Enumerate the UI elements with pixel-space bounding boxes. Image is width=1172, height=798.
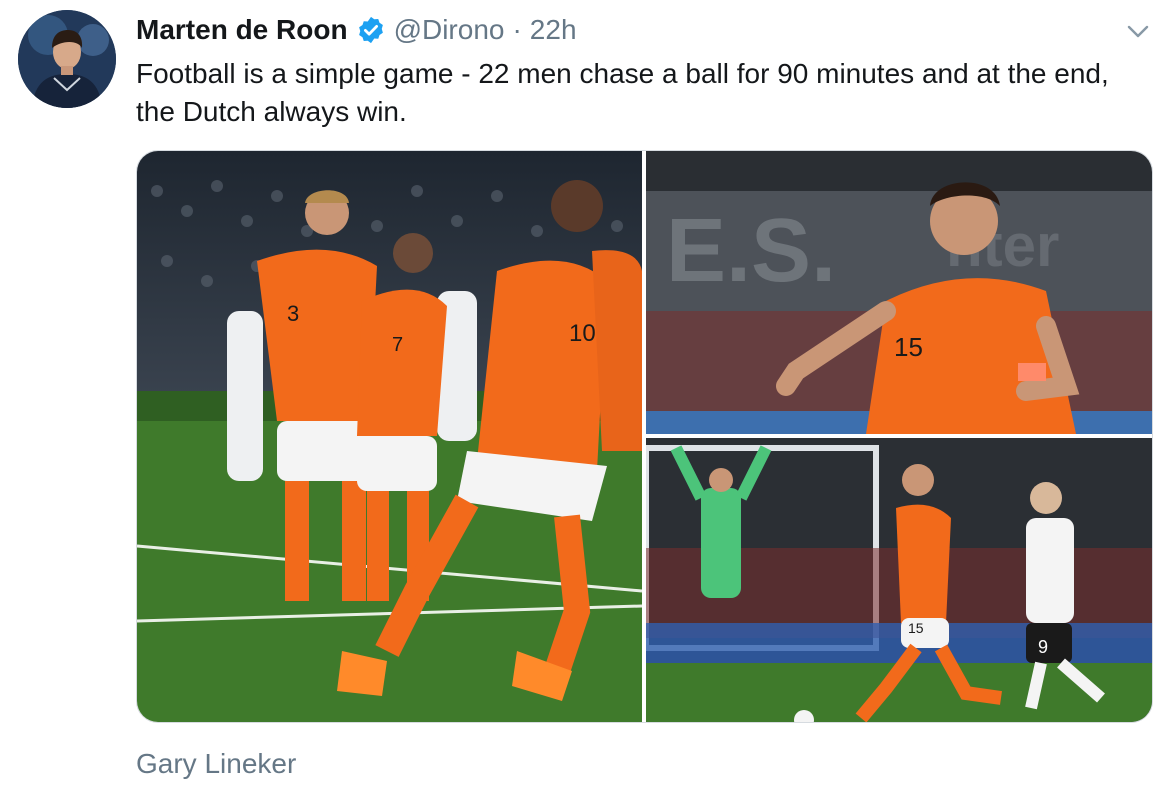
photo-player-running[interactable]: 15 9 bbox=[646, 438, 1152, 722]
tweet-text: Football is a simple game - 22 men chase… bbox=[136, 58, 1109, 127]
tweet-card: Marten de Roon @Dirono · 22h Football is… bbox=[0, 0, 1172, 798]
tweet-header: Marten de Roon @Dirono · 22h bbox=[136, 12, 577, 48]
svg-text:3: 3 bbox=[287, 301, 299, 326]
svg-text:9: 9 bbox=[1038, 637, 1048, 657]
tweet-media-grid: 3 7 10 E.S. nter 15 15 9 bbox=[136, 150, 1153, 723]
svg-text:E.S.: E.S. bbox=[666, 201, 836, 301]
svg-text:15: 15 bbox=[908, 620, 924, 636]
photo-player-closeup[interactable]: E.S. nter 15 bbox=[646, 151, 1152, 434]
author-handle[interactable]: @Dirono bbox=[394, 12, 505, 48]
svg-text:10: 10 bbox=[569, 320, 596, 347]
svg-text:15: 15 bbox=[894, 332, 923, 362]
author-display-name[interactable]: Marten de Roon bbox=[136, 12, 348, 48]
header-separator: · bbox=[512, 14, 522, 45]
tweet-timestamp[interactable]: 22h bbox=[530, 12, 577, 48]
avatar-photo bbox=[18, 10, 116, 108]
verified-badge-icon bbox=[356, 15, 386, 45]
photo-celebration-group[interactable]: 3 7 10 bbox=[137, 151, 642, 722]
tweet-credit: Gary Lineker bbox=[136, 748, 297, 779]
chevron-down-icon[interactable] bbox=[1124, 18, 1152, 46]
author-avatar[interactable] bbox=[18, 10, 116, 108]
svg-text:7: 7 bbox=[392, 334, 403, 356]
